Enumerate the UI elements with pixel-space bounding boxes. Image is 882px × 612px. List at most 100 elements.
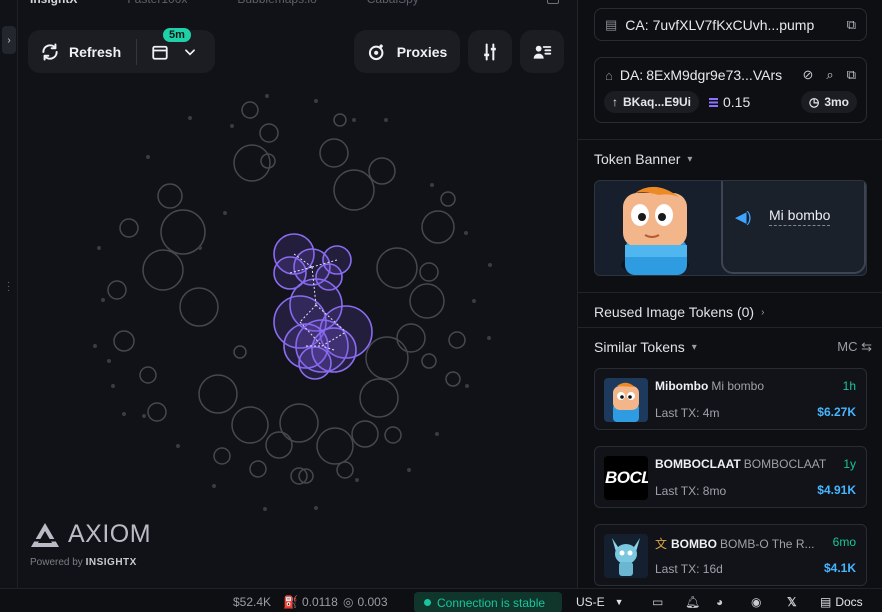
holder-dot <box>265 94 269 98</box>
holder-bubble[interactable] <box>421 353 437 369</box>
holder-bubble[interactable] <box>365 336 409 380</box>
ca-prefix: CA: <box>625 16 649 33</box>
holder-bubble[interactable] <box>233 345 247 359</box>
chevron-right-icon: › <box>761 306 765 318</box>
connection-status[interactable]: Connection is stable <box>414 592 562 612</box>
brand-name: AXIOM <box>68 520 152 548</box>
proxies-label: Proxies <box>396 43 448 60</box>
holder-bubble[interactable] <box>384 426 402 444</box>
reused-image-toggle[interactable]: Reused Image Tokens (0) › <box>594 304 764 320</box>
translate-icon: 文 <box>655 537 668 551</box>
left-edge-strip: › · · · <box>0 0 18 588</box>
mc-sort-toggle[interactable]: MC ⇆ <box>837 339 872 355</box>
search-icon[interactable]: ⌕ <box>826 67 833 83</box>
holder-bubble[interactable] <box>319 138 349 168</box>
refresh-button[interactable]: Refresh <box>28 30 136 73</box>
holder-bubble[interactable] <box>336 461 354 479</box>
market-cap-stat: $52.4K <box>233 595 271 609</box>
da-value[interactable]: 8ExM9dgr9e73...VArs <box>646 67 782 83</box>
holder-bubble[interactable] <box>265 431 293 459</box>
powered-by: Powered by INSIGHTX <box>30 557 151 568</box>
bell-icon[interactable]: 🔔︎ <box>685 595 700 609</box>
holder-bubble[interactable] <box>119 218 139 238</box>
dev-wallet-pill[interactable]: ↑ BKaq...E9Ui <box>604 91 700 113</box>
similar-tokens-toggle[interactable]: Similar Tokens ▾ <box>594 339 697 355</box>
holder-bubble[interactable] <box>316 427 354 465</box>
holder-bubble[interactable] <box>445 371 461 387</box>
holder-bubble[interactable] <box>368 157 396 185</box>
sol-balance: 0.15 <box>723 94 751 110</box>
holder-dot <box>465 384 469 388</box>
similar-token-card[interactable]: Mibombo Mi bombo 1h Last TX: 4m $6.27K <box>594 368 867 430</box>
chevron-down-icon <box>185 48 195 55</box>
holder-bubble[interactable] <box>259 123 279 143</box>
contract-address[interactable]: ▤ CA: 7uvfXLV7fKxCUvh...pump ⧉ <box>594 8 867 41</box>
mascot-illustration <box>621 186 689 275</box>
holder-dot <box>314 99 318 103</box>
interval-select[interactable]: 5m <box>137 28 197 73</box>
holder-bubble[interactable] <box>448 331 466 349</box>
cluster-bubbles <box>273 233 373 380</box>
holder-dot <box>97 246 101 250</box>
holder-bubble[interactable] <box>359 378 399 418</box>
powered-brand: INSIGHTX <box>85 557 137 568</box>
holder-bubble[interactable] <box>198 374 238 414</box>
filters-button[interactable] <box>468 30 512 73</box>
holder-bubble[interactable] <box>409 283 445 319</box>
holder-bubble[interactable] <box>333 113 347 127</box>
mc-label: MC <box>837 339 858 354</box>
powered-prefix: Powered by <box>30 557 83 568</box>
holder-bubble[interactable] <box>233 144 271 182</box>
holder-bubble[interactable] <box>419 262 439 282</box>
proxies-button[interactable]: Proxies <box>354 30 460 73</box>
palette-icon[interactable]: ◕ <box>716 595 723 609</box>
token-banner-image: ◀) Mi bombo <box>594 180 867 276</box>
token-market-cap: $6.27K <box>817 405 856 419</box>
holder-bubble[interactable] <box>440 191 456 207</box>
holder-bubble[interactable] <box>147 402 167 422</box>
cluster-bubble[interactable] <box>298 346 332 380</box>
holder-bubble[interactable] <box>241 101 259 119</box>
discord-icon[interactable]: ◉ <box>751 595 761 609</box>
holder-bubble[interactable] <box>157 183 183 209</box>
speaker-icon: ◀) <box>735 209 752 226</box>
external-link-icon[interactable]: ⧉ <box>847 67 856 83</box>
holder-bubble[interactable] <box>231 406 269 444</box>
similar-token-card[interactable]: 文 BOMBO BOMB-O The R... 6mo Last TX: 16d $… <box>594 524 867 586</box>
holder-bubble[interactable] <box>107 280 127 300</box>
external-link-icon[interactable]: ⧉ <box>847 17 856 33</box>
status-dot-icon <box>424 599 431 606</box>
token-age: 6mo <box>832 535 856 549</box>
holder-bubble[interactable] <box>142 249 184 291</box>
token-banner-toggle[interactable]: Token Banner ▾ <box>594 151 692 167</box>
x-twitter-icon[interactable]: 𝕏 <box>787 595 797 609</box>
similar-token-card[interactable]: BOCL BOMBOCLAAT BOMBOCLAAT 1y Last TX: 8m… <box>594 446 867 508</box>
holder-dot <box>212 484 216 488</box>
holder-bubble[interactable] <box>279 403 319 443</box>
holder-bubble[interactable] <box>333 169 375 211</box>
holder-dot <box>122 412 126 416</box>
holder-bubble[interactable] <box>351 420 379 448</box>
layout-icon[interactable]: ▭ <box>652 595 663 609</box>
holder-bubble[interactable] <box>139 366 157 384</box>
chevron-down-icon: ▼ <box>614 597 624 607</box>
holder-dot <box>352 118 356 122</box>
bubble-map[interactable] <box>18 0 577 588</box>
refresh-icon <box>42 43 58 60</box>
token-last-tx: Last TX: 8mo <box>655 484 727 498</box>
resize-grip-icon[interactable]: · · · <box>7 278 10 296</box>
market-cap: $52.4K <box>233 595 272 609</box>
expand-panel-button[interactable]: › <box>2 26 16 54</box>
holder-bubble[interactable] <box>113 330 135 352</box>
holder-bubble[interactable] <box>249 460 267 478</box>
docs-link[interactable]: ▤ Docs <box>820 595 863 609</box>
region-select[interactable]: US-E ▼ <box>576 595 624 609</box>
token-age: 1h <box>842 379 856 393</box>
holder-bubble[interactable] <box>376 247 418 289</box>
hide-icon[interactable]: ⊘ <box>803 67 814 83</box>
holder-bubble[interactable] <box>179 287 219 327</box>
holder-bubble[interactable] <box>396 323 426 353</box>
holder-bubble[interactable] <box>213 447 231 465</box>
wallet-list-button[interactable] <box>520 30 564 73</box>
holder-bubble[interactable] <box>421 210 455 244</box>
